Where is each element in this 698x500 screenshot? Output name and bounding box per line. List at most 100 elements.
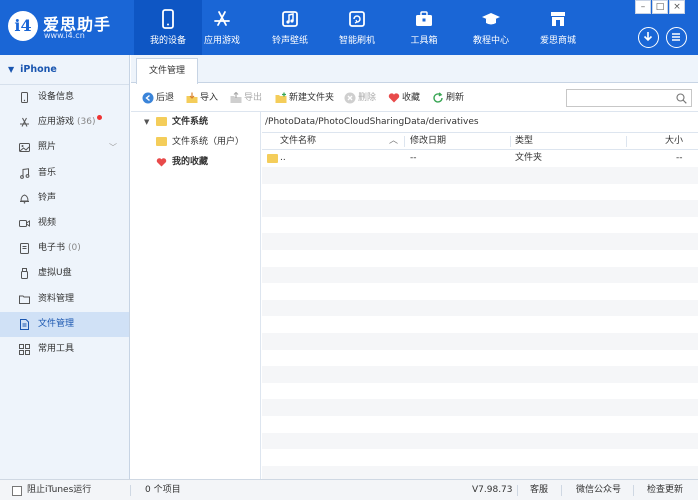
nav-toolbox[interactable]: 工具箱 (390, 0, 458, 55)
sidebar-item-label: 视频 (38, 217, 57, 228)
column-header-size[interactable]: 大小 (665, 133, 683, 150)
sort-up-icon[interactable]: ︿ (389, 133, 398, 150)
empty-row (262, 299, 698, 317)
chevron-down-icon[interactable]: ﹀ (109, 135, 117, 160)
customer-service-link[interactable]: 客服 (530, 480, 548, 500)
usb-icon (21, 268, 28, 280)
maximize-button[interactable]: □ (652, 0, 668, 14)
check-update-link[interactable]: 检查更新 (647, 480, 683, 500)
nav-label: 教程中心 (472, 36, 509, 46)
sidebar-item-data-manage[interactable]: 资料管理 (0, 287, 129, 312)
column-header-date[interactable]: 修改日期 (410, 133, 446, 150)
tree-item-file-system[interactable]: ▼ 文件系统 (131, 112, 260, 132)
sidebar-item-ebooks[interactable]: 电子书 (0) (0, 236, 129, 261)
folder-tree: ▼ 文件系统 文件系统（用户） 我的收藏 (131, 112, 261, 479)
empty-row (262, 449, 698, 466)
search-input[interactable] (566, 89, 692, 107)
photo-icon (19, 143, 30, 153)
sidebar-item-music[interactable]: 音乐 (0, 161, 129, 186)
favorite-button[interactable]: 收藏 (388, 91, 420, 105)
download-icon (643, 32, 653, 42)
sidebar-item-common-tools[interactable]: 常用工具 (0, 337, 129, 362)
toolbar: 后退 导入 导出 新建文件夹 删除 收藏 刷新 (131, 84, 698, 112)
grid-icon (19, 343, 30, 355)
caret-down-icon: ▼ (8, 65, 15, 74)
column-header-name[interactable]: 文件名称 (280, 133, 316, 150)
column-divider (404, 136, 405, 147)
empty-row (262, 366, 698, 383)
wechat-link[interactable]: 微信公众号 (576, 480, 621, 500)
music-icon (282, 11, 298, 27)
divider (130, 485, 131, 496)
nav-apps-games[interactable]: 应用游戏 (188, 0, 256, 55)
empty-row (262, 250, 698, 267)
menu-icon (672, 33, 680, 41)
sidebar-item-udisk[interactable]: 虚拟U盘 (0, 261, 129, 286)
search-icon (676, 93, 687, 104)
empty-row (262, 416, 698, 433)
nav-ringtones[interactable]: 铃声壁纸 (256, 0, 324, 55)
delete-label: 删除 (358, 93, 377, 103)
minimize-button[interactable]: – (635, 0, 651, 14)
device-header[interactable]: ▼ iPhone (0, 55, 129, 85)
store-icon (551, 12, 565, 26)
video-icon (19, 219, 30, 227)
export-label: 导出 (244, 93, 263, 103)
new-folder-button[interactable]: 新建文件夹 (275, 91, 334, 105)
sidebar-item-apps[interactable]: 应用游戏 (36) (0, 110, 129, 135)
close-button[interactable]: × (669, 0, 685, 14)
tree-item-user-file-system[interactable]: 文件系统（用户） (131, 132, 260, 152)
tree-root-label: 文件系统 (172, 117, 209, 127)
sidebar-item-video[interactable]: 视频 (0, 211, 129, 236)
sidebar-item-label: 电子书 (38, 243, 66, 254)
nav-tutorials[interactable]: 教程中心 (457, 0, 525, 55)
sidebar-item-file-manage[interactable]: 文件管理 (0, 311, 129, 337)
table-row[interactable]: .. -- 文件夹 -- (262, 150, 698, 167)
tab-file-manage[interactable]: 文件管理 (136, 58, 198, 84)
empty-row (262, 316, 698, 333)
empty-row (262, 383, 698, 400)
delete-button[interactable]: 删除 (344, 91, 376, 105)
refresh-button[interactable]: 刷新 (432, 91, 464, 105)
empty-row (262, 432, 698, 450)
delete-icon (344, 92, 356, 104)
brand-url: www.i4.cn (44, 31, 85, 40)
sidebar-item-label: 照片 (38, 142, 57, 153)
top-bar: i4 爱思助手 www.i4.cn 我的设备 应用游戏 铃声壁纸 智能刷机 工具… (0, 0, 698, 55)
block-itunes-checkbox[interactable] (12, 486, 22, 496)
ebook-count: (0) (68, 243, 81, 254)
sidebar-item-device-info[interactable]: 设备信息 (0, 85, 129, 110)
ebook-icon (20, 243, 29, 255)
table-header: 文件名称 ︿ 修改日期 类型 大小 (262, 133, 698, 150)
nav-label: 智能刷机 (338, 36, 375, 46)
tree-item-favorites[interactable]: 我的收藏 (131, 152, 260, 172)
app-logo: i4 爱思助手 www.i4.cn (8, 9, 128, 45)
file-date: -- (410, 153, 417, 163)
empty-row (262, 184, 698, 201)
nav-label: 铃声壁纸 (271, 36, 308, 46)
divider (633, 485, 634, 496)
device-name: iPhone (20, 64, 57, 75)
favorite-label: 收藏 (402, 93, 421, 103)
menu-button[interactable] (666, 27, 687, 48)
nav-flash[interactable]: 智能刷机 (323, 0, 391, 55)
download-button[interactable] (638, 27, 659, 48)
empty-rows (262, 167, 698, 483)
export-button[interactable]: 导出 (230, 91, 262, 105)
status-bar: 阻止iTunes运行 0 个项目 V7.98.73 客服 微信公众号 检查更新 (0, 479, 698, 500)
column-header-type[interactable]: 类型 (515, 133, 533, 150)
empty-row (262, 283, 698, 300)
empty-row (262, 167, 698, 184)
import-button[interactable]: 导入 (186, 91, 218, 105)
sidebar-item-photos[interactable]: 照片 ﹀ (0, 135, 129, 160)
sidebar-item-ringtones[interactable]: 铃声 (0, 186, 129, 211)
file-type: 文件夹 (515, 153, 543, 163)
item-count: 0 个项目 (145, 485, 181, 495)
flash-icon (349, 11, 365, 27)
caret-down-icon[interactable]: ▼ (144, 112, 149, 132)
divider (561, 485, 562, 496)
version-label: V7.98.73 (472, 485, 513, 495)
nav-store[interactable]: 爱思商城 (524, 0, 592, 55)
logo-mark: i4 (8, 11, 38, 41)
back-button[interactable]: 后退 (142, 91, 174, 105)
